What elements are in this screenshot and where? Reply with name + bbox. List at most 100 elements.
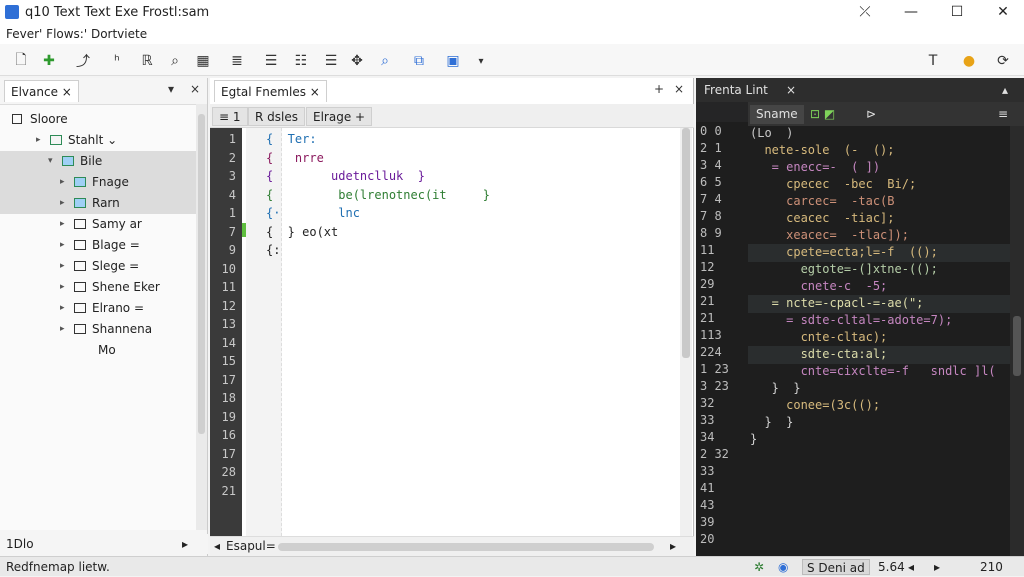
grid-icon[interactable]: ▦: [192, 50, 214, 72]
list-icon[interactable]: ≣: [226, 50, 248, 72]
tab-sname[interactable]: Sname: [750, 105, 804, 124]
chevron-right-icon[interactable]: ▸: [60, 235, 65, 256]
scroll-right-icon[interactable]: ▸: [182, 534, 188, 554]
scrollbar-thumb[interactable]: [198, 114, 205, 434]
bookmark-icon[interactable]: ℝ: [136, 50, 158, 72]
scroll-right-icon[interactable]: ▸: [670, 539, 676, 553]
editor-tab[interactable]: Egtal Fnemles ×: [214, 80, 327, 102]
chevron-down-icon[interactable]: ▾: [168, 82, 174, 96]
chevron-right-icon[interactable]: ▸: [60, 319, 65, 340]
toolbar: 🗋 ✚ ⤴ ʰ ℝ ⌕ ▦ ≣ ☰ ☷ ☰ ✥ ⌕ ⧉ ▣ ▾ T ● ⟳: [0, 44, 1024, 76]
lint-code-area[interactable]: (Lo ) nete-sole (- (); = enecc=- ( ]) cp…: [748, 126, 1010, 556]
menu-bar[interactable]: Fever' Flows:' Dortviete: [0, 24, 1024, 44]
type-icon[interactable]: T: [922, 50, 944, 72]
chevron-right-icon[interactable]: ▸: [60, 214, 65, 235]
search-icon[interactable]: ⌕: [164, 50, 186, 72]
code-line: {· lnc: [266, 206, 360, 220]
indent-icon[interactable]: ☰: [320, 50, 342, 72]
move-icon[interactable]: ✥: [346, 50, 368, 72]
close-icon[interactable]: ×: [674, 82, 684, 96]
text-icon[interactable]: ʰ: [106, 50, 128, 72]
tree-item[interactable]: ▸ Slege =: [0, 256, 196, 277]
palette-icon[interactable]: ●: [958, 50, 980, 72]
explorer-footer: 1Dlo ▸: [0, 534, 208, 554]
chevron-right-icon[interactable]: ▸: [60, 298, 65, 319]
line-number: 19: [221, 409, 236, 424]
scrollbar-thumb[interactable]: [682, 128, 690, 358]
tab-dsles[interactable]: R dsles: [248, 107, 305, 126]
tree-item[interactable]: ▸ Shannena: [0, 319, 196, 340]
new-file-icon[interactable]: 🗋: [10, 50, 32, 72]
add-icon[interactable]: ✚: [38, 50, 60, 72]
chevron-right-icon[interactable]: ▸: [60, 172, 65, 193]
line-number: 11: [700, 243, 715, 257]
numbered-list-icon[interactable]: ☰: [260, 50, 282, 72]
line-number: 1: [228, 132, 236, 146]
tree-item[interactable]: ▸ Stahlt ⌄: [0, 130, 196, 151]
scrollbar[interactable]: [196, 104, 207, 530]
tab-lines[interactable]: ≡ 1: [212, 107, 248, 126]
explorer-panel: Elvance × ▾ × Sloore ▸ Stahlt ⌄ ▾ Bile ▸ Fnage…: [0, 78, 208, 556]
scroll-left-icon[interactable]: ◂: [214, 539, 220, 553]
tree-item-label: Bile: [80, 154, 103, 168]
next-icon[interactable]: ▸: [934, 557, 940, 577]
pin-icon[interactable]: ⤫: [842, 0, 888, 24]
mode-button[interactable]: S Deni ad: [802, 559, 870, 575]
scrollbar[interactable]: [680, 128, 692, 536]
image-icon[interactable]: ▣: [442, 50, 464, 72]
add-icon[interactable]: +: [654, 82, 664, 96]
code-line: { be(lrenotnec(it }: [266, 187, 490, 202]
tree-item[interactable]: ▸ Fnage: [0, 172, 196, 193]
maximize-button[interactable]: ☐: [934, 0, 980, 24]
chevron-right-icon[interactable]: ▸: [60, 277, 65, 298]
line-number: 8 9: [700, 226, 722, 240]
horizontal-scrollbar[interactable]: [278, 543, 654, 551]
sync-icon[interactable]: ◉: [778, 557, 788, 577]
close-icon[interactable]: ×: [190, 82, 200, 96]
line-number: 32: [700, 396, 715, 410]
zoom-icon[interactable]: ⌕: [374, 50, 396, 72]
chevron-right-icon[interactable]: ▸: [60, 193, 65, 214]
bullet-list-icon[interactable]: ☷: [290, 50, 312, 72]
prev-icon[interactable]: ◂: [908, 557, 914, 577]
refresh-icon[interactable]: ⟳: [992, 50, 1014, 72]
tree-item[interactable]: Sloore: [0, 109, 196, 130]
explorer-tab[interactable]: Elvance ×: [4, 80, 79, 102]
tree-item[interactable]: ▸ Shene Eker: [0, 277, 196, 298]
tree-item-label: Stahlt ⌄: [68, 133, 118, 147]
gear-icon[interactable]: ✲: [754, 557, 764, 577]
minimize-button[interactable]: —: [888, 0, 934, 24]
file-icon: [74, 324, 86, 334]
scrollbar[interactable]: [1010, 126, 1024, 556]
layers-icon[interactable]: ⧉: [408, 50, 430, 72]
line-count: 210: [980, 560, 1003, 574]
tree-item[interactable]: ▸ Samy ar: [0, 214, 196, 235]
tree-item[interactable]: ▸ Rarn: [0, 193, 196, 214]
tree-item-label: Fnage: [92, 175, 129, 189]
tree-item[interactable]: Mo: [0, 340, 196, 361]
close-icon[interactable]: ×: [62, 85, 72, 99]
code-line: conee=(3c(();: [750, 398, 881, 412]
chevron-right-icon[interactable]: ▸: [36, 130, 41, 151]
tree-item[interactable]: ▾ Bile: [0, 151, 196, 172]
dropdown-icon[interactable]: ▾: [470, 50, 492, 72]
tab-elrage[interactable]: Elrage +: [306, 107, 373, 126]
line-number: 9: [228, 243, 236, 257]
split-icon[interactable]: ⊡ ◩: [804, 105, 841, 124]
close-button[interactable]: ✕: [980, 0, 1024, 24]
chevron-down-icon[interactable]: ▾: [48, 151, 53, 172]
footer-label: Esapul=: [226, 539, 276, 553]
status-bar: Redfnemap lietw. ✲ ◉ S Deni ad 5.64 ◂ ▸ …: [0, 556, 1024, 576]
open-icon[interactable]: ⤴: [72, 50, 94, 72]
lint-title: Frenta Lint: [704, 83, 768, 97]
scrollbar-thumb[interactable]: [1013, 316, 1021, 376]
close-icon[interactable]: ×: [786, 78, 796, 102]
menu-icon[interactable]: ≡: [992, 105, 1014, 124]
lint-panel: Frenta Lint × ▴ Sname ⊡ ◩ ⊳ ≡ 0 0 2 1 3 4 6…: [696, 78, 1024, 556]
close-icon[interactable]: ×: [310, 85, 320, 99]
chevron-right-icon[interactable]: ▸: [60, 256, 65, 277]
play-icon[interactable]: ⊳: [860, 105, 882, 124]
tree-item[interactable]: ▸ Elrano =: [0, 298, 196, 319]
collapse-icon[interactable]: ▴: [1002, 78, 1008, 102]
tree-item[interactable]: ▸ Blage =: [0, 235, 196, 256]
